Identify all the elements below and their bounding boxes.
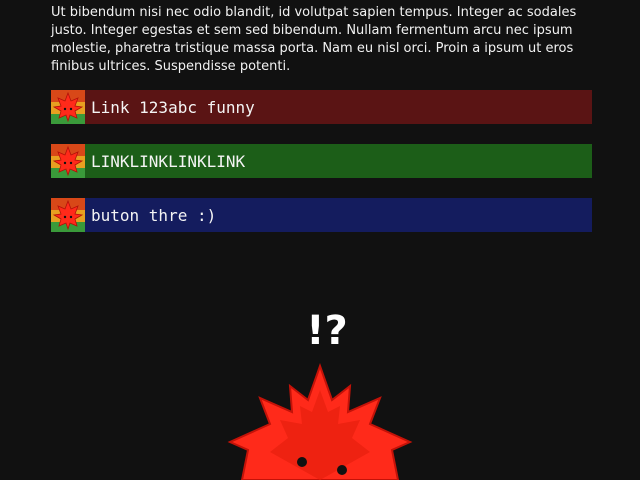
exclamation-question-mark: !? (307, 308, 347, 354)
link-label-1: Link 123abc funny (91, 97, 255, 117)
maple-leaf-icon (51, 90, 85, 124)
maple-leaf-icon (51, 144, 85, 178)
link-button-2[interactable]: LINKLINKLINKLINK (51, 144, 592, 178)
svg-text:!?: !? (307, 308, 347, 354)
maple-leaf-icon (51, 198, 85, 232)
link-label-2: LINKLINKLINKLINK (91, 151, 246, 171)
maple-leaf-mascot-icon (227, 362, 413, 480)
intro-paragraph: Ut bibendum nisi nec odio blandit, id vo… (51, 5, 577, 74)
link-button-3[interactable]: buton thre :) (51, 198, 592, 232)
link-label-3: buton thre :) (91, 205, 217, 225)
link-button-1[interactable]: Link 123abc funny (51, 90, 592, 124)
